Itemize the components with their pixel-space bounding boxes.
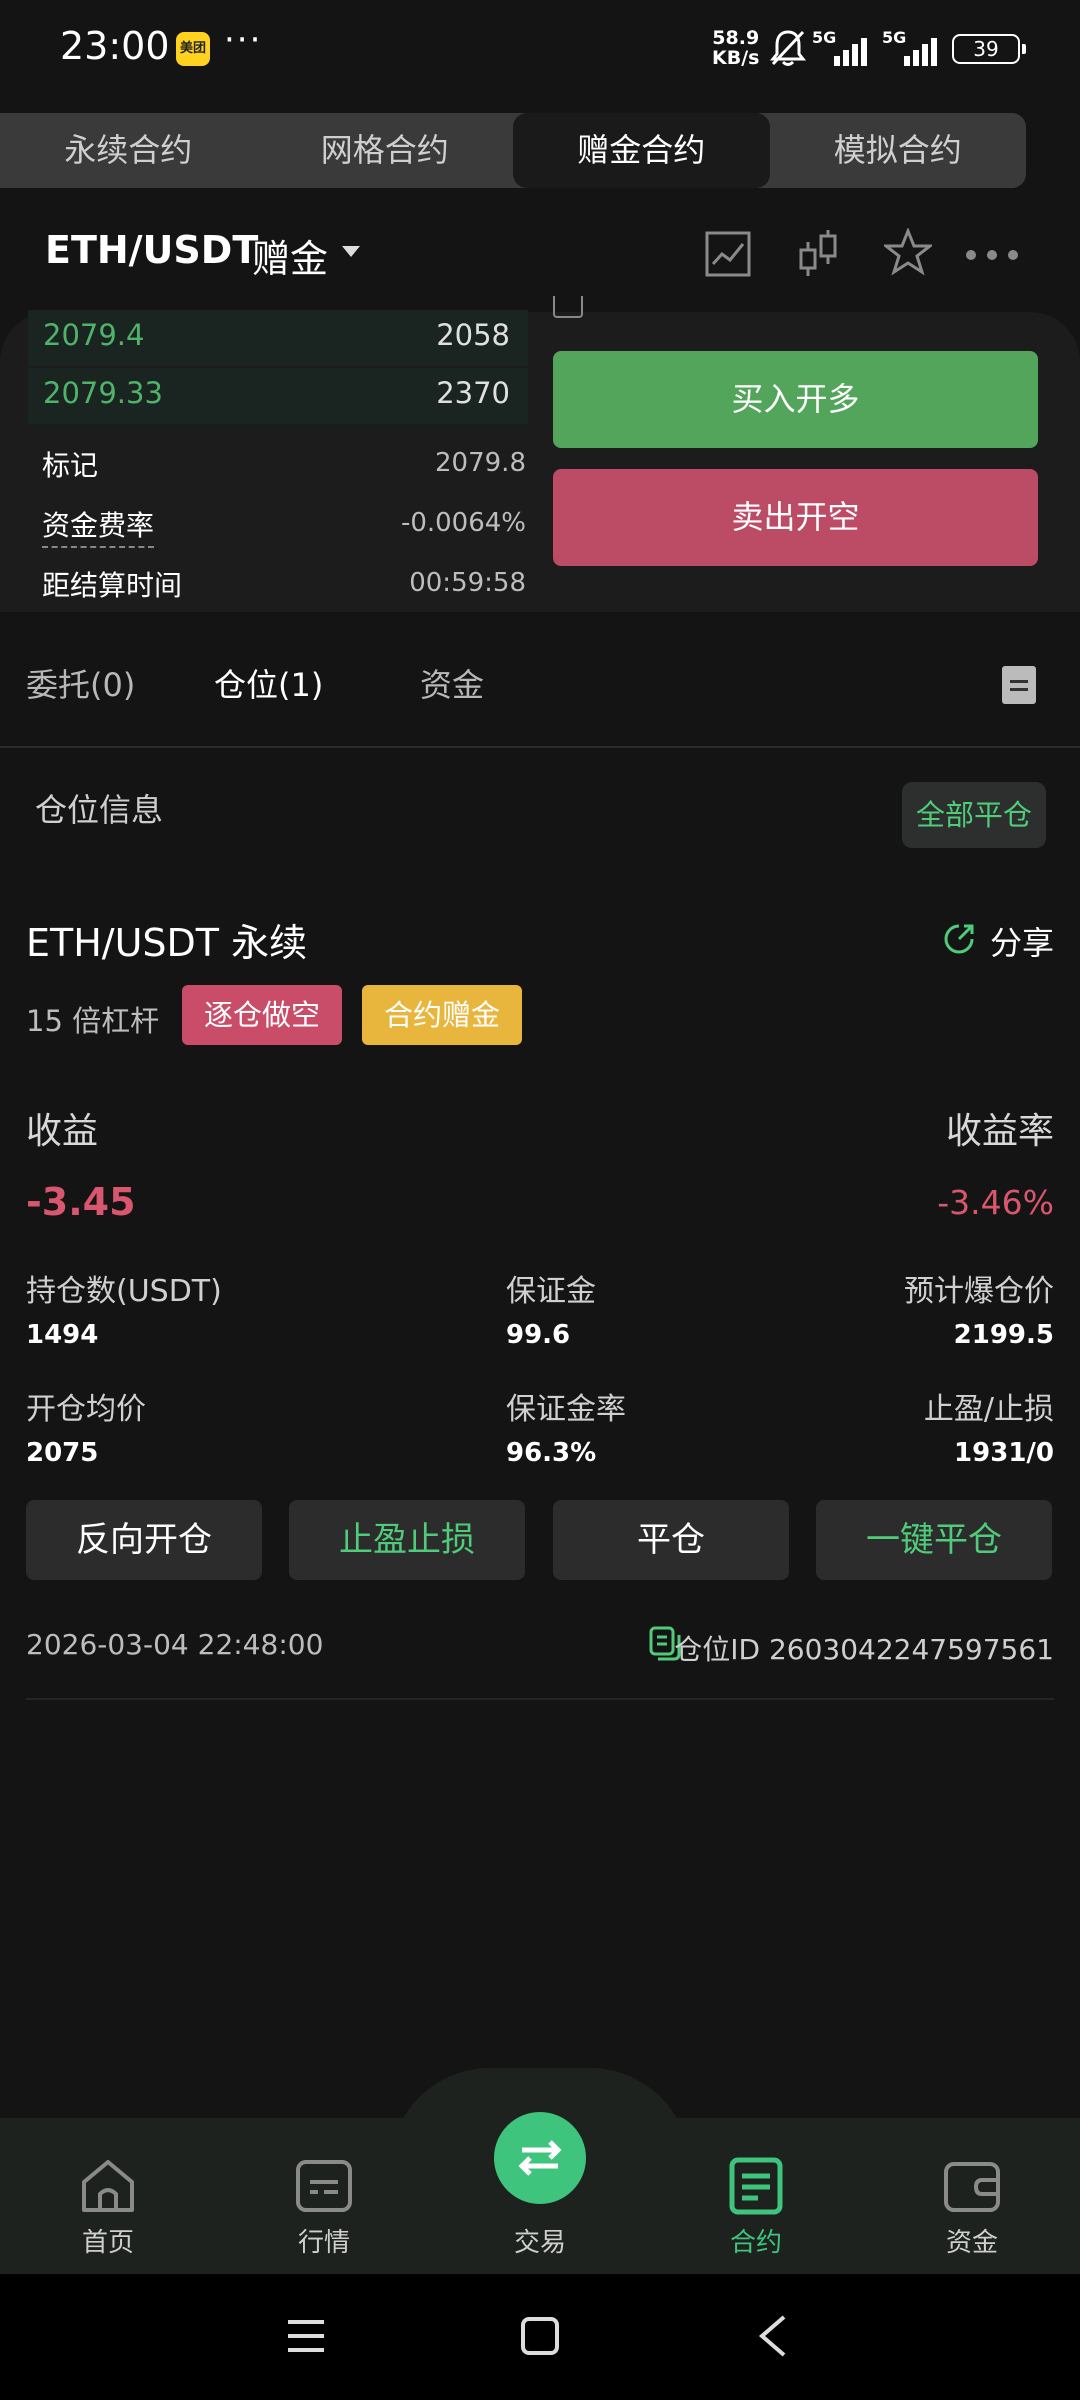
battery-indicator: 39: [952, 34, 1026, 64]
funding-rate-value: -0.0064%: [400, 508, 526, 538]
funding-rate-label[interactable]: 资金费率: [42, 504, 155, 548]
margin-label: 保证金: [506, 1274, 596, 1309]
position-info-title: 仓位信息: [35, 791, 164, 829]
margin-rate-value: 96.3%: [506, 1438, 597, 1468]
signal-strength-2: 5G: [882, 28, 944, 68]
option-checkbox[interactable]: [553, 296, 583, 318]
settlement-time-value: 00:59:58: [409, 568, 526, 598]
orderbook-price: 2079.33: [43, 376, 163, 410]
net-speed-unit: KB/s: [712, 47, 760, 69]
one-click-close-button[interactable]: 一键平仓: [816, 1500, 1052, 1580]
nav-assets[interactable]: 资金: [902, 2150, 1042, 2258]
open-time: 2026-03-04 22:48:00: [26, 1628, 324, 1661]
nav-market[interactable]: 行情: [254, 2150, 394, 2258]
close-all-button[interactable]: 全部平仓: [902, 782, 1046, 848]
margin-value: 99.6: [506, 1320, 571, 1350]
mark-price-value: 2079.8: [435, 448, 526, 478]
orderbook-qty: 2058: [436, 318, 510, 352]
chevron-down-icon[interactable]: [342, 246, 360, 257]
nav-contract-label: 合约: [729, 2228, 782, 2258]
orderbook-qty: 2370: [436, 376, 510, 410]
tab-grid[interactable]: 网格合约: [257, 113, 514, 188]
pnl-label: 收益: [26, 1111, 99, 1152]
nav-market-label: 行情: [297, 2228, 350, 2258]
tpsl-label: 止盈/止损: [923, 1392, 1054, 1427]
position-id[interactable]: 仓位ID 2603042247597561: [674, 1628, 1054, 1668]
settlement-time-label: 距结算时间: [42, 569, 183, 602]
tab-perpetual[interactable]: 永续合约: [0, 113, 257, 188]
orderbook-price: 2079.4: [43, 318, 145, 352]
nav-assets-label: 资金: [945, 2228, 998, 2258]
more-icon[interactable]: [964, 248, 1020, 262]
take-profit-stop-loss-button[interactable]: 止盈止损: [289, 1500, 525, 1580]
candlestick-icon[interactable]: [796, 228, 840, 280]
pnl-rate-label: 收益率: [945, 1111, 1054, 1152]
net-speed-value: 58.9: [712, 27, 760, 49]
entry-price-value: 2075: [26, 1438, 99, 1468]
wallet-icon: [944, 2162, 1000, 2212]
contract-bonus-badge: 合约赠金: [362, 985, 522, 1045]
reverse-open-button[interactable]: 反向开仓: [26, 1500, 262, 1580]
size-label: 持仓数(USDT): [26, 1274, 222, 1309]
trade-fab[interactable]: [494, 2112, 586, 2204]
pnl-rate-value: -3.46%: [937, 1183, 1054, 1222]
back-icon[interactable]: [758, 2314, 788, 2358]
share-label[interactable]: 分享: [990, 918, 1054, 964]
pair-title[interactable]: ETH/USDT: [45, 228, 258, 272]
tab-positions[interactable]: 仓位(1): [214, 660, 323, 706]
tpsl-value: 1931/0: [954, 1438, 1054, 1468]
status-time: 23:00: [60, 24, 170, 68]
tab-simulated[interactable]: 模拟合约: [770, 113, 1027, 188]
margin-rate-label: 保证金率: [506, 1392, 626, 1427]
leverage-label: 15 倍杠杆: [26, 1004, 160, 1038]
tab-orders[interactable]: 委托(0): [26, 660, 135, 706]
nav-home-label: 首页: [81, 2228, 134, 2258]
close-position-button[interactable]: 平仓: [553, 1500, 789, 1580]
home-icon: [82, 2160, 134, 2212]
pnl-value: -3.45: [26, 1180, 136, 1224]
nav-trade-label: 交易: [513, 2228, 566, 2258]
size-value: 1494: [26, 1320, 99, 1350]
divider: [0, 746, 1080, 748]
signal-strength-1: 5G: [812, 28, 874, 68]
pair-mode[interactable]: 赠金: [252, 228, 328, 283]
contract-type-tabs: 永续合约 网格合约 赠金合约 模拟合约: [0, 113, 1026, 188]
recent-apps-icon[interactable]: [286, 2318, 326, 2354]
orderbook-row[interactable]: 2079.4 2058: [28, 310, 528, 366]
list-icon[interactable]: [1002, 666, 1036, 704]
liquidation-price-value: 2199.5: [953, 1320, 1054, 1350]
orderbook-row[interactable]: 2079.33 2370: [28, 368, 528, 424]
home-button-icon[interactable]: [520, 2316, 560, 2356]
bell-off-icon: [770, 30, 806, 66]
liquidation-price-label: 预计爆仓价: [904, 1274, 1054, 1309]
star-icon[interactable]: [884, 228, 932, 276]
mark-price-label: 标记: [42, 449, 99, 482]
signal-2-label: 5G: [882, 28, 907, 47]
signal-1-label: 5G: [812, 28, 837, 47]
status-more-icon: ···: [224, 20, 263, 60]
swap-icon: [518, 2140, 562, 2176]
sell-short-button[interactable]: 卖出开空: [553, 469, 1038, 566]
meituan-app-icon: 美团: [176, 32, 210, 66]
market-icon: [296, 2160, 352, 2212]
contract-name: ETH/USDT 永续: [26, 921, 308, 965]
tab-funds[interactable]: 资金: [420, 660, 484, 706]
nav-contract[interactable]: 合约: [686, 2150, 826, 2258]
share-icon[interactable]: [942, 922, 976, 956]
entry-price-label: 开仓均价: [26, 1392, 146, 1427]
contract-icon: [729, 2157, 783, 2215]
buy-long-button[interactable]: 买入开多: [553, 351, 1038, 448]
divider: [26, 1698, 1054, 1700]
net-speed: 58.9 KB/s: [712, 28, 759, 68]
tab-bonus[interactable]: 赠金合约: [513, 113, 770, 188]
nav-home[interactable]: 首页: [38, 2150, 178, 2258]
chart-icon[interactable]: [704, 230, 752, 278]
isolated-short-badge: 逐仓做空: [182, 985, 342, 1045]
